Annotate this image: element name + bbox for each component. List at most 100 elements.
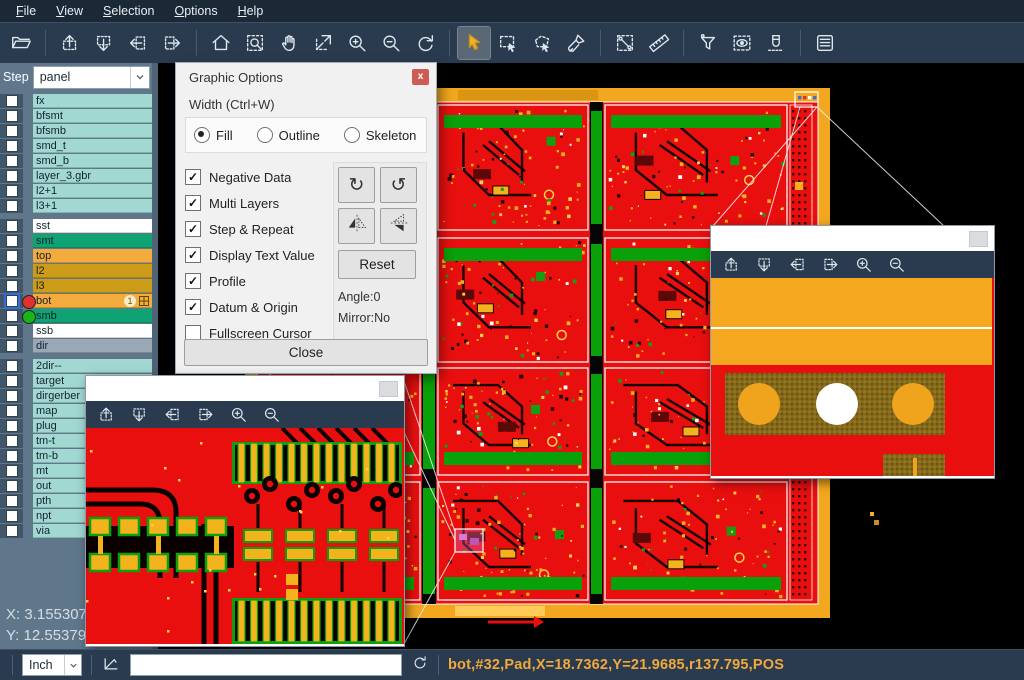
filter-button[interactable] bbox=[692, 27, 724, 59]
checkbox-step-repeat[interactable]: ✓Step & Repeat bbox=[185, 216, 335, 242]
select-arrow-button[interactable] bbox=[458, 27, 490, 59]
pan-left-button[interactable] bbox=[161, 404, 183, 426]
zoom-previous-button[interactable] bbox=[409, 27, 441, 59]
refresh-icon[interactable] bbox=[411, 654, 429, 677]
layer-row-smt[interactable]: smt bbox=[0, 234, 152, 248]
layer-checkbox[interactable] bbox=[6, 465, 18, 477]
layer-row-smd_b[interactable]: smd_b bbox=[0, 154, 152, 168]
zoom-window-corner-view[interactable] bbox=[711, 278, 994, 476]
layer-name[interactable]: sst bbox=[33, 219, 152, 233]
checkbox-negative-data[interactable]: ✓Negative Data bbox=[185, 164, 335, 190]
window-button[interactable] bbox=[379, 381, 398, 397]
radio-outline[interactable]: Outline bbox=[257, 127, 320, 143]
layer-row-l2[interactable]: l2 bbox=[0, 264, 152, 278]
layer-checkbox[interactable] bbox=[6, 360, 18, 372]
zoom-in-button[interactable] bbox=[852, 254, 874, 276]
layer-name[interactable]: dir bbox=[33, 339, 152, 353]
layer-checkbox[interactable] bbox=[6, 295, 18, 307]
measure-ruler-button[interactable] bbox=[643, 27, 675, 59]
layer-row-l2+1[interactable]: l2+1 bbox=[0, 184, 152, 198]
close-icon[interactable]: x bbox=[412, 69, 429, 85]
unit-select[interactable]: Inch bbox=[22, 654, 82, 676]
layer-row-smb[interactable]: smb bbox=[0, 309, 152, 323]
layer-row-fx[interactable]: fx bbox=[0, 94, 152, 108]
layer-checkbox[interactable] bbox=[6, 155, 18, 167]
layer-checkbox[interactable] bbox=[6, 390, 18, 402]
zoom-out-button[interactable] bbox=[885, 254, 907, 276]
layer-row-layer_3.gbr[interactable]: layer_3.gbr bbox=[0, 169, 152, 183]
window-button[interactable] bbox=[969, 231, 988, 247]
snap-magnet-button[interactable] bbox=[760, 27, 792, 59]
layer-name[interactable]: smb bbox=[33, 309, 152, 323]
checkbox-datum-origin[interactable]: ✓Datum & Origin bbox=[185, 294, 335, 320]
layer-row-dir[interactable]: dir bbox=[0, 339, 152, 353]
zoom-window-corner-titlebar[interactable] bbox=[711, 226, 994, 251]
layer-name[interactable]: layer_3.gbr bbox=[33, 169, 152, 183]
layer-row-top[interactable]: top bbox=[0, 249, 152, 263]
layer-checkbox[interactable] bbox=[6, 525, 18, 537]
layer-name[interactable]: l3 bbox=[33, 279, 152, 293]
layer-checkbox[interactable] bbox=[6, 265, 18, 277]
pan-right-button[interactable] bbox=[819, 254, 841, 276]
layer-name[interactable]: l2+1 bbox=[33, 184, 152, 198]
mirror-vertical-button[interactable] bbox=[380, 208, 417, 244]
layer-row-bfsmb[interactable]: bfsmb bbox=[0, 124, 152, 138]
pan-hand-button[interactable] bbox=[273, 27, 305, 59]
layer-checkbox[interactable] bbox=[6, 495, 18, 507]
pan-down-button[interactable] bbox=[88, 27, 120, 59]
layer-checkbox[interactable] bbox=[6, 220, 18, 232]
layer-checkbox[interactable] bbox=[6, 170, 18, 182]
pan-down-button[interactable] bbox=[753, 254, 775, 276]
select-rect-button[interactable] bbox=[492, 27, 524, 59]
pan-left-button[interactable] bbox=[786, 254, 808, 276]
menu-selection[interactable]: Selection bbox=[93, 2, 164, 20]
layer-name[interactable]: fx bbox=[33, 94, 152, 108]
layer-name[interactable]: smd_t bbox=[33, 139, 152, 153]
layer-checkbox[interactable] bbox=[6, 110, 18, 122]
pan-left-button[interactable] bbox=[122, 27, 154, 59]
zoom-in-button[interactable] bbox=[227, 404, 249, 426]
pan-down-button[interactable] bbox=[128, 404, 150, 426]
menu-view[interactable]: View bbox=[46, 2, 93, 20]
pan-up-button[interactable] bbox=[95, 404, 117, 426]
pan-right-button[interactable] bbox=[156, 27, 188, 59]
zoom-out-button[interactable] bbox=[260, 404, 282, 426]
pan-up-button[interactable] bbox=[54, 27, 86, 59]
pan-up-button[interactable] bbox=[720, 254, 742, 276]
layer-checkbox[interactable] bbox=[6, 95, 18, 107]
layer-checkbox[interactable] bbox=[6, 235, 18, 247]
open-button[interactable] bbox=[5, 27, 37, 59]
layer-checkbox[interactable] bbox=[6, 125, 18, 137]
select-polygon-button[interactable] bbox=[526, 27, 558, 59]
layer-row-bfsmt[interactable]: bfsmt bbox=[0, 109, 152, 123]
mirror-horizontal-button[interactable] bbox=[338, 208, 375, 244]
layer-name[interactable]: bfsmb bbox=[33, 124, 152, 138]
zoom-window-detail[interactable] bbox=[85, 375, 405, 647]
menu-options[interactable]: Options bbox=[164, 2, 227, 20]
zoom-object-button[interactable] bbox=[307, 27, 339, 59]
layer-name[interactable]: ssb bbox=[33, 324, 152, 338]
layer-checkbox[interactable] bbox=[6, 200, 18, 212]
layer-row-2dir--[interactable]: 2dir-- bbox=[0, 359, 152, 373]
clean-brush-button[interactable] bbox=[560, 27, 592, 59]
rotate-ccw-button[interactable]: ↺ bbox=[380, 167, 417, 203]
layer-checkbox[interactable] bbox=[6, 420, 18, 432]
zoom-window-button[interactable] bbox=[239, 27, 271, 59]
radio-fill[interactable]: Fill bbox=[194, 127, 233, 143]
measure-distance-button[interactable] bbox=[609, 27, 641, 59]
menu-file[interactable]: File bbox=[6, 2, 46, 20]
zoom-out-button[interactable] bbox=[375, 27, 407, 59]
radio-skeleton[interactable]: Skeleton bbox=[344, 127, 417, 143]
zoom-window-detail-view[interactable] bbox=[86, 428, 404, 644]
checkbox-display-text-value[interactable]: ✓Display Text Value bbox=[185, 242, 335, 268]
layer-checkbox[interactable] bbox=[6, 250, 18, 262]
layer-checkbox[interactable] bbox=[6, 480, 18, 492]
reset-button[interactable]: Reset bbox=[338, 250, 416, 279]
layer-row-l3[interactable]: l3 bbox=[0, 279, 152, 293]
layer-name[interactable]: bfsmt bbox=[33, 109, 152, 123]
layer-name[interactable]: bot1 bbox=[33, 294, 152, 308]
layer-checkbox[interactable] bbox=[6, 325, 18, 337]
layer-name[interactable]: 2dir-- bbox=[33, 359, 152, 373]
close-button[interactable]: Close bbox=[184, 339, 428, 366]
zoom-window-corner[interactable] bbox=[710, 225, 995, 479]
